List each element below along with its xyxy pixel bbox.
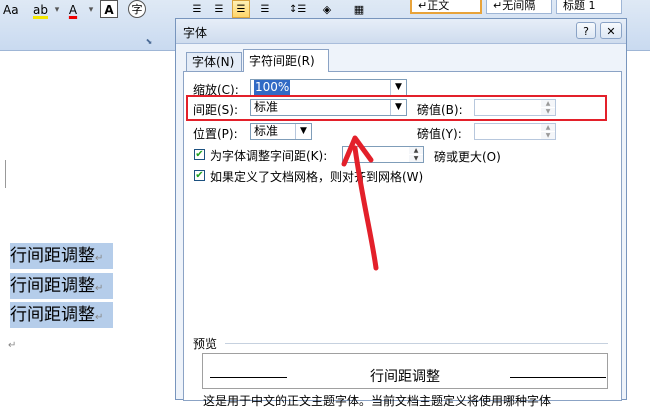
- tab-font[interactable]: 字体(N): [186, 52, 242, 71]
- line-spacing-icon[interactable]: ↕☰: [286, 0, 309, 18]
- check-icon: ✔: [195, 149, 204, 160]
- preview-description: 这是用于中文的正文主题字体。当前文档主题定义将使用哪种字体: [203, 394, 552, 408]
- kerning-label: 为字体调整字间距(K):: [210, 149, 328, 163]
- spin-down-icon[interactable]: ▼: [409, 155, 423, 162]
- scale-dropdown-icon[interactable]: ▼: [390, 80, 406, 95]
- preview-baseline-right: [510, 377, 606, 378]
- close-button[interactable]: ✕: [600, 22, 622, 39]
- spin-up-icon[interactable]: ▲: [541, 124, 555, 131]
- preview-sample: 行间距调整: [370, 369, 440, 385]
- font-color-dropdown-icon[interactable]: ▾: [82, 0, 100, 18]
- align-left-icon[interactable]: ☰: [188, 0, 206, 18]
- char-border-icon: A: [104, 3, 114, 17]
- enclose-icon: 字: [131, 3, 143, 16]
- position-value: 标准: [254, 124, 279, 138]
- check-icon: ✔: [195, 170, 204, 181]
- position-label: 位置(P):: [193, 127, 238, 141]
- spin-down-icon[interactable]: ▼: [541, 132, 555, 139]
- preview-divider: [225, 343, 608, 344]
- text-cursor: [5, 160, 6, 188]
- dialog-title: 字体: [183, 26, 208, 40]
- document-line-2[interactable]: 行间距调整↵: [10, 273, 114, 299]
- borders-icon[interactable]: ▦: [350, 0, 368, 18]
- distribute-icon[interactable]: ☰: [256, 0, 274, 18]
- paragraph-mark: ↵: [8, 340, 17, 351]
- style-heading-1[interactable]: 标题 1: [556, 0, 622, 14]
- style-normal[interactable]: ↵正文: [410, 0, 482, 14]
- position-amount-spinner[interactable]: ▲ ▼: [474, 123, 556, 140]
- align-justify-icon[interactable]: ☰: [232, 0, 250, 18]
- document-line-3[interactable]: 行间距调整↵: [10, 302, 114, 328]
- preview-label: 预览: [193, 337, 218, 351]
- scale-value: 100%: [254, 80, 291, 95]
- tab-character-spacing[interactable]: 字符间距(R): [243, 49, 329, 72]
- position-amount-label: 磅值(Y):: [417, 127, 462, 141]
- scale-combo[interactable]: 100% ▼: [250, 79, 407, 96]
- position-dropdown-icon[interactable]: ▼: [295, 124, 311, 139]
- document-line-1[interactable]: 行间距调整↵: [10, 243, 114, 269]
- help-button[interactable]: ?: [576, 22, 596, 39]
- change-case-button[interactable]: Aa: [0, 0, 22, 18]
- highlighter-icon: ab: [33, 3, 48, 17]
- spin-up-icon[interactable]: ▲: [409, 147, 423, 154]
- font-dialog-launcher-icon[interactable]: ⬊: [140, 32, 158, 50]
- kerning-suffix: 磅或更大(O): [434, 150, 501, 164]
- dialog-titlebar[interactable]: 字体 ? ✕: [176, 19, 626, 44]
- grid-checkbox[interactable]: ✔: [194, 170, 205, 181]
- char-border-button[interactable]: A: [100, 0, 118, 18]
- kerning-checkbox[interactable]: ✔: [194, 149, 205, 160]
- shading-icon[interactable]: ◈: [318, 0, 336, 18]
- position-combo[interactable]: 标准 ▼: [250, 123, 312, 140]
- annotation-red-arrow: [341, 135, 379, 271]
- style-no-spacing[interactable]: ↵无间隔: [486, 0, 552, 14]
- annotation-red-box: [186, 95, 607, 121]
- align-center-icon[interactable]: ☰: [210, 0, 228, 18]
- font-color-icon: A: [68, 3, 78, 17]
- document-area: [0, 51, 180, 400]
- font-color-button[interactable]: A: [64, 0, 82, 18]
- close-icon: ✕: [606, 25, 616, 38]
- preview-baseline-left: [210, 377, 287, 378]
- help-icon: ?: [583, 25, 589, 38]
- enclose-char-button[interactable]: 字: [128, 0, 146, 18]
